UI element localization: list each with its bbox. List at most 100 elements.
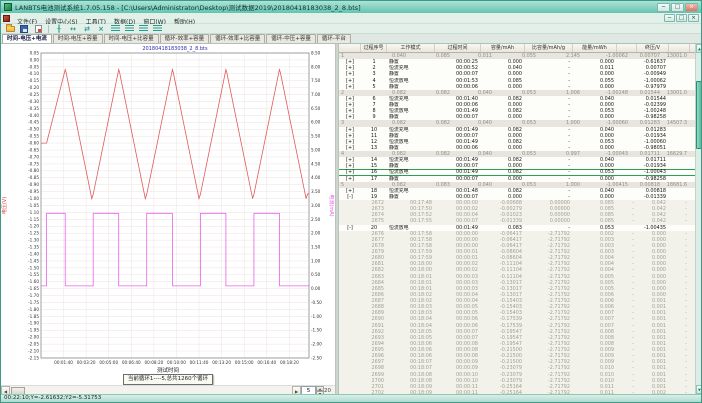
cycle-info-wrap: 当前循环1----5,总共1260个循环 [1,374,335,385]
y-left-tick-label: -0.25 [28,92,39,97]
record-list-view-button[interactable] [137,24,149,33]
process-list-view-button[interactable] [123,24,135,33]
data-table-view-icon [111,25,120,32]
y-left-tick-label: -0.65 [28,147,39,152]
y-right-tick-label: 5.50 [311,134,321,139]
grid-header-row: 过程序号工作模式过程时间容量/mAh比容量/mAh/g能量/mWh 终压/V [339,44,695,53]
save-file-button[interactable] [18,24,30,33]
scroll-up-arrow-icon[interactable]: ▲ [696,44,702,53]
x-tick-label: 00:05:00 [99,360,118,365]
y-left-tick-label: -0.85 [28,175,39,180]
vscrollbar-track[interactable] [696,53,702,385]
process-list-view-icon [125,25,134,32]
tab-3[interactable]: 循环-效率+容量 [160,34,210,43]
tab-2[interactable]: 时间-电压+比容量 [104,34,159,43]
y-left-tick-label: -1.45 [28,258,39,263]
y-right-tick-label: 0.50 [311,272,321,277]
column-header-9[interactable] [669,44,690,52]
tab-0[interactable]: 时间-电压+电流 [2,34,52,43]
column-header-1[interactable]: 过程序号 [361,44,387,52]
y-left-tick-label: -1.15 [28,217,39,222]
y-left-tick-label: -2.10 [28,348,39,353]
column-header-6[interactable]: 能量/mWh [573,44,617,52]
zoom-reset-tool-icon: × [98,25,104,33]
main-area: 0.050.00-0.05-0.10-0.15-0.20-0.25-0.30-0… [1,44,701,394]
y-left-axis-title: 电压(V) [1,197,8,214]
y-left-tick-label: -2.05 [28,342,39,347]
vscrollbar-thumb[interactable] [696,81,702,149]
y-left-tick-label: -1.70 [28,293,39,298]
tab-4[interactable]: 循环-效率+比容量 [210,34,265,43]
y-left-tick-label: -0.10 [28,71,39,76]
marker-tool-button[interactable]: ╫ [53,24,65,33]
y-right-axis-title: 电流(mA) [328,194,335,216]
export-icon [35,25,42,33]
y-right-tick-label: -2.00 [311,342,322,347]
grid-body: 10.0400.0850.0110.0552.145-1.000620.0070… [339,53,695,394]
tab-6[interactable]: 循环-平台 [317,34,351,43]
x-tick-label: 00:13:20 [212,360,231,365]
save-icon [20,25,28,33]
column-header-4[interactable]: 容量/mAh [481,44,525,52]
toolbar-separator [48,25,49,33]
y-right-tick-label: 1.00 [311,258,321,263]
y-right-tick-label: 8.50 [311,50,321,55]
column-header-8[interactable]: 终压/V [637,44,669,52]
mdi-close-button[interactable]: × [688,14,699,22]
x-tick-label: 00:10:00 [167,360,186,365]
export-report-button[interactable] [32,24,44,33]
y-left-tick-label: -0.90 [28,182,39,187]
y-left-tick-label: -0.30 [28,99,39,104]
column-header-3[interactable]: 过程时间 [435,44,481,52]
y-left-tick-label: -1.80 [28,307,39,312]
y-left-tick-label: -1.40 [28,251,39,256]
chart[interactable]: 0.050.00-0.05-0.10-0.15-0.20-0.25-0.30-0… [1,44,335,366]
column-header-5[interactable]: 比容量/mAh/g [525,44,573,52]
y-left-tick-label: -0.70 [28,154,39,159]
y-right-tick-label: 2.50 [311,217,321,222]
chart-panel: 0.050.00-0.05-0.10-0.15-0.20-0.25-0.30-0… [1,44,335,394]
y-left-tick-label: -1.30 [28,238,39,243]
y-right-tick-label: 6.00 [311,120,321,125]
open-file-button[interactable] [4,24,16,33]
y-left-tick-label: -1.50 [28,265,39,270]
column-header-2[interactable]: 工作模式 [387,44,435,52]
tab-1[interactable]: 时间-电压+容量 [53,34,103,43]
data-table-view-button[interactable] [109,24,121,33]
cycle-info-tooltip: 当前循环1----5,总共1260个循环 [123,374,213,385]
x-tick-label: 00:15:00 [235,360,254,365]
data-grid-panel: 过程序号工作模式过程时间容量/mAh比容量/mAh/g能量/mWh 终压/V 10… [339,44,701,394]
y-right-tick-label: -1.00 [311,314,322,319]
close-button[interactable]: × [685,3,698,12]
pan-horizontal-tool-button[interactable]: ↔ [67,24,79,33]
window-controls: ─□× [657,3,698,12]
y-right-tick-label: 0.00 [311,286,321,291]
x-tick-label: 00:18:20 [280,360,299,365]
y-left-tick-label: -1.00 [28,196,39,201]
y-left-tick-label: -0.50 [28,127,39,132]
y-left-tick-label: -1.10 [28,210,39,215]
maximize-button[interactable]: □ [671,3,684,12]
scroll-down-arrow-icon[interactable]: ▼ [696,385,702,394]
document-icon [3,15,10,22]
y-right-tick-label: 3.50 [311,189,321,194]
y-left-tick-label: -1.95 [28,328,39,333]
y-left-tick-label: 0.00 [30,57,40,62]
y-left-tick-label: -0.05 [28,64,39,69]
grid-vertical-scrollbar[interactable]: ▲ ▼ [695,44,702,394]
page-extra-label: 20 [324,388,335,394]
zoom-reset-tool-button[interactable]: × [95,24,107,33]
compare-tool-button[interactable]: ⇄ [81,24,93,33]
y-right-tick-label: 7.00 [311,92,321,97]
tab-5[interactable]: 循环-中压+容量 [266,34,316,43]
column-header-0[interactable] [339,44,361,52]
x-tick-label: 00:01:40 [54,360,73,365]
column-header-7[interactable] [617,44,637,52]
y-left-tick-label: -1.90 [28,321,39,326]
mdi-restore-button[interactable]: □ [676,14,687,22]
y-right-tick-label: 7.50 [311,78,321,83]
x-axis-title: 测试时间 [1,366,335,374]
minimize-button[interactable]: ─ [657,3,670,12]
cycle-list-view-button[interactable] [151,24,163,33]
mdi-minimize-button[interactable]: ─ [664,14,675,22]
